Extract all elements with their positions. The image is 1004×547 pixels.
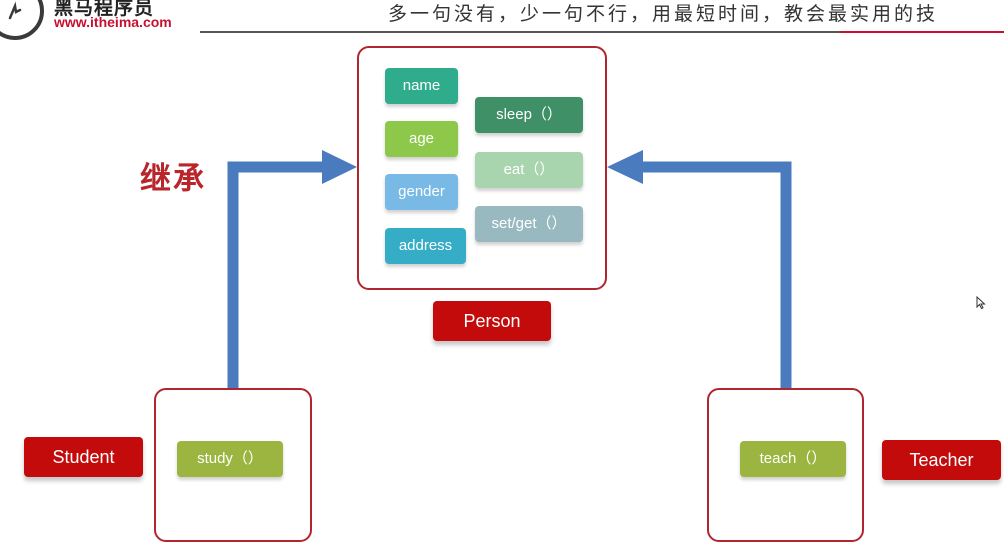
method-teach: teach（）	[740, 441, 846, 477]
teacher-label: Teacher	[882, 440, 1001, 480]
student-label: Student	[24, 437, 143, 477]
method-sleep: sleep（）	[475, 97, 583, 133]
method-set-get: set/get（）	[475, 206, 583, 242]
mouse-cursor-icon	[976, 296, 986, 310]
teacher-inherit-arrow	[640, 161, 792, 388]
attribute-name: name	[385, 68, 458, 104]
method-study: study（）	[177, 441, 283, 477]
inherit-label: 继承	[140, 161, 206, 197]
attribute-age: age	[385, 121, 458, 157]
attribute-address: address	[385, 228, 466, 264]
teacher-arrowhead	[607, 150, 643, 184]
student-inherit-arrow	[227, 161, 326, 388]
method-eat: eat（）	[475, 152, 583, 188]
person-label: Person	[433, 301, 551, 341]
student-arrowhead	[322, 150, 357, 184]
attribute-gender: gender	[385, 174, 458, 210]
